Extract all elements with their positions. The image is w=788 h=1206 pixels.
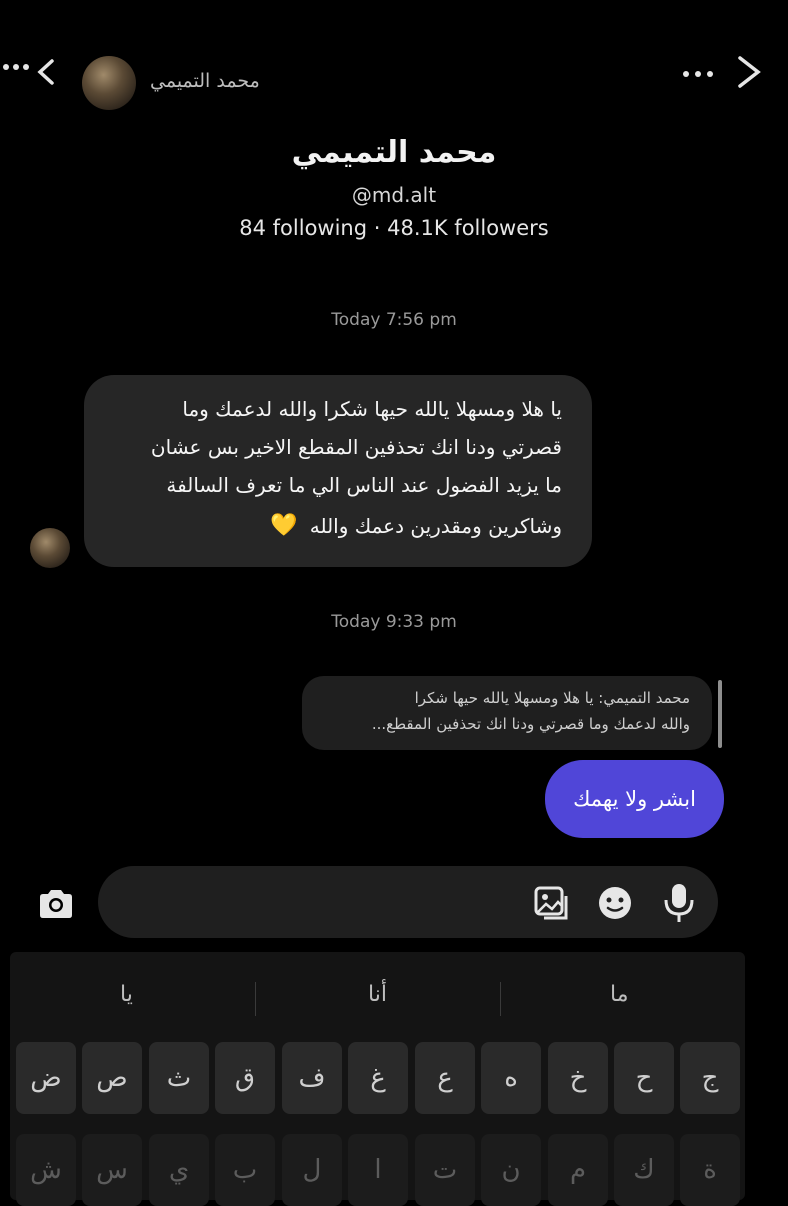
sticker-icon	[599, 887, 631, 919]
back-button[interactable]	[0, 52, 70, 92]
message-line: يا هلا ومسهلا يالله حيها شكرا والله لدعم…	[182, 397, 562, 421]
profile-name: محمد التميمي	[291, 135, 497, 170]
message-line: وشاكرين ومقدرين دعمك والله	[309, 513, 562, 538]
key-ta-marbuta[interactable]: ة	[680, 1134, 740, 1206]
more-button[interactable]	[676, 52, 776, 92]
chevron-left-icon	[3, 59, 54, 85]
key-ha[interactable]: ه	[481, 1042, 541, 1114]
key-fa[interactable]: ف	[282, 1042, 342, 1114]
camera-button[interactable]	[30, 880, 82, 928]
key-kaf[interactable]: ك	[614, 1134, 674, 1206]
gallery-button[interactable]	[528, 880, 574, 926]
key-lam[interactable]: ل	[282, 1134, 342, 1206]
key-hah[interactable]: ح	[614, 1042, 674, 1114]
outgoing-message-bubble[interactable]: ابشر ولا يهمك	[545, 760, 724, 838]
suggestion-divider	[500, 982, 501, 1016]
message-line: قصرتي ودنا انك تحذفين المقطع الاخير بس ع…	[150, 435, 562, 459]
timestamp: Today 7:56 pm	[331, 310, 457, 330]
yellow-heart-icon: 💛	[270, 513, 298, 538]
sender-avatar[interactable]	[30, 528, 70, 568]
sticker-button[interactable]	[592, 880, 638, 926]
suggestion-ma[interactable]: ما	[610, 982, 629, 1007]
incoming-message-bubble[interactable]: يا هلا ومسهلا يالله حيها شكرا والله لدعم…	[84, 375, 592, 567]
camera-icon	[40, 890, 72, 918]
key-ba[interactable]: ب	[215, 1134, 275, 1206]
key-dad[interactable]: ض	[16, 1042, 76, 1114]
quote-line: محمد التميمي: يا هلا ومسهلا يالله حيها ش…	[414, 689, 690, 707]
key-alef[interactable]: ا	[348, 1134, 408, 1206]
quote-indicator-bar	[718, 680, 722, 748]
microphone-button[interactable]	[656, 878, 702, 928]
key-ta[interactable]: ت	[415, 1134, 475, 1206]
key-meem[interactable]: م	[548, 1134, 608, 1206]
key-ghain[interactable]: غ	[348, 1042, 408, 1114]
keyboard: يا أنا ما ض ص ث ق ف غ ع ه خ ح ج ش س ي ب …	[10, 952, 745, 1206]
key-sad[interactable]: ص	[82, 1042, 142, 1114]
key-ain[interactable]: ع	[415, 1042, 475, 1114]
profile-handle: @md.alt	[351, 183, 437, 207]
microphone-icon	[664, 884, 694, 922]
more-dots-icon	[683, 56, 761, 88]
gallery-icon	[534, 886, 568, 920]
message-last-line: وشاكرين ومقدرين دعمك والله 💛	[270, 513, 562, 538]
key-seen[interactable]: س	[82, 1134, 142, 1206]
suggestion-ya[interactable]: يا	[120, 982, 133, 1007]
avatar[interactable]	[82, 56, 136, 110]
suggestion-ana[interactable]: أنا	[368, 982, 387, 1007]
header-contact-name[interactable]: محمد التميمي	[150, 70, 260, 92]
key-noon[interactable]: ن	[481, 1134, 541, 1206]
key-kha[interactable]: خ	[548, 1042, 608, 1114]
key-qaf[interactable]: ق	[215, 1042, 275, 1114]
message-line: ما يزيد الفضول عند الناس الي ما تعرف الس…	[166, 473, 562, 497]
profile-stats: 84 following · 48.1K followers	[239, 216, 549, 240]
key-jeem[interactable]: ج	[680, 1042, 740, 1114]
reply-quote[interactable]: محمد التميمي: يا هلا ومسهلا يالله حيها ش…	[302, 676, 712, 750]
quote-line: والله لدعمك وما قصرتي ودنا انك تحذفين ال…	[371, 715, 690, 733]
top-bar: محمد التميمي	[0, 30, 788, 120]
key-sheen[interactable]: ش	[16, 1134, 76, 1206]
key-ya[interactable]: ي	[149, 1134, 209, 1206]
timestamp: Today 9:33 pm	[331, 612, 457, 632]
key-tha[interactable]: ث	[149, 1042, 209, 1114]
suggestion-divider	[255, 982, 256, 1016]
